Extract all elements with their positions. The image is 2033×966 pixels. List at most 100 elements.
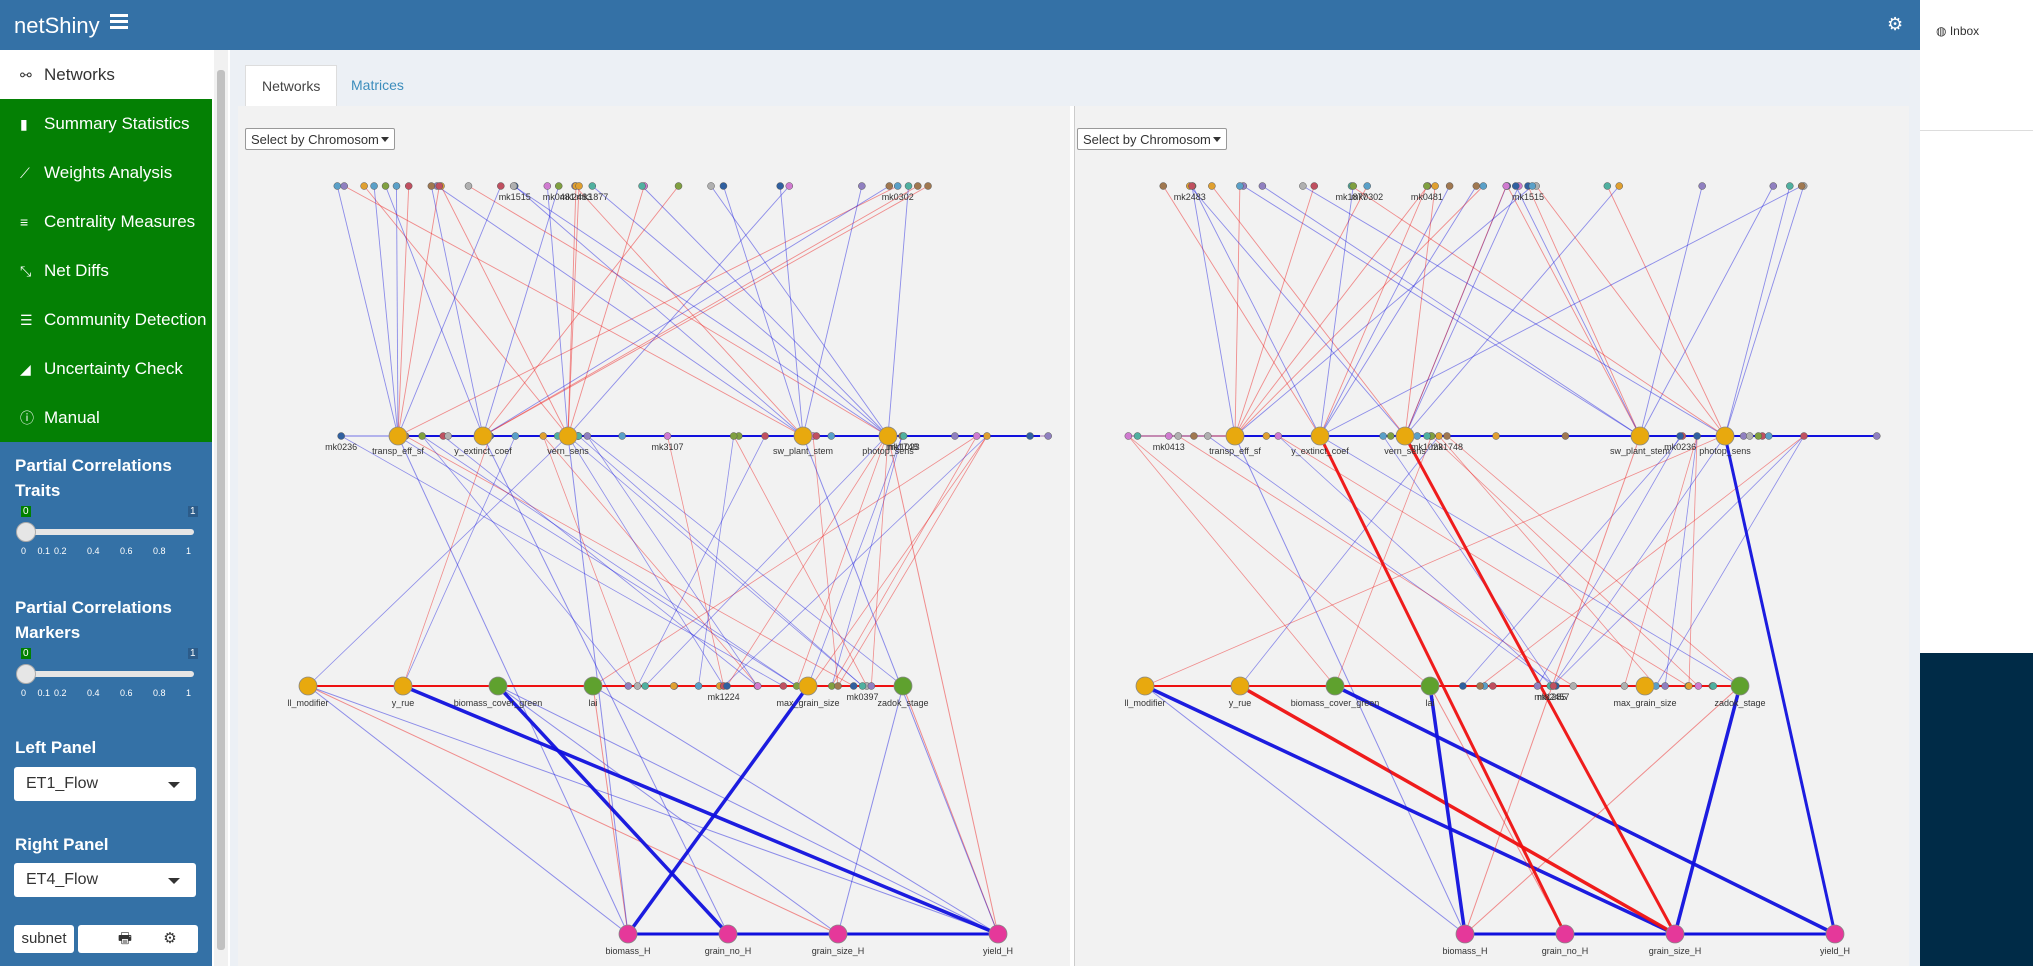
network-edge — [482, 185, 679, 437]
slider-tick-label: 0.4 — [87, 546, 100, 556]
trait-node — [558, 426, 578, 446]
marker-node — [583, 432, 592, 440]
marker-node — [337, 432, 345, 440]
marker-node — [638, 182, 646, 190]
left-chromosome-select[interactable]: Select by Chromosom — [245, 128, 395, 150]
settings-button[interactable]: ⚙ — [142, 925, 198, 953]
browser-toolbar: ◍ Inbox — [1920, 0, 2033, 131]
sidebar-item-centrality-measures[interactable]: ≡ Centrality Measures — [0, 197, 212, 246]
network-edge — [567, 185, 645, 437]
marker-node — [641, 682, 649, 690]
left-panel-select[interactable]: ET1_Flow — [14, 767, 196, 801]
subnet-button[interactable]: subnet — [14, 925, 74, 953]
trait-node — [1420, 676, 1440, 696]
marker-node — [1431, 182, 1439, 190]
yield-node-label: grain_no_H — [705, 946, 752, 956]
slider-handle[interactable] — [16, 664, 36, 684]
info-icon: ⓘ — [20, 410, 34, 426]
trait-node — [298, 676, 318, 696]
marker-node — [1620, 682, 1629, 690]
network-edge — [1319, 185, 1428, 437]
slider-tick-label: 0.6 — [120, 546, 133, 556]
trait-node — [583, 676, 603, 696]
marker-node — [1873, 432, 1881, 440]
marker-label: mk1515 — [499, 192, 531, 202]
traits-slider-label: Partial Correlations Traits — [15, 456, 172, 500]
markers-slider-value: 0 — [21, 648, 31, 659]
marker-node — [1124, 432, 1133, 440]
network-edge — [1162, 185, 1321, 437]
chevron-down-icon — [1213, 137, 1221, 142]
hamburger-menu-icon[interactable] — [110, 14, 128, 32]
left-network-graph[interactable]: transp_eff_sf y_extinct_coef vern_sens sw_p… — [238, 106, 1070, 966]
trait-node-label: transp_eff_sf — [1209, 446, 1261, 456]
sidebar-item-label: Networks — [44, 65, 115, 84]
marker-node — [858, 182, 866, 190]
right-network-graph[interactable]: transp_eff_sf y_extinct_coef vern_sens sw_p… — [1075, 106, 1909, 966]
marker-node — [1709, 682, 1718, 690]
marker-node — [785, 182, 794, 190]
marker-node — [360, 182, 368, 190]
marker-node — [1569, 682, 1578, 690]
slider-tick-label: 0.8 — [153, 688, 166, 698]
marker-node — [464, 182, 473, 190]
marker-node — [1603, 182, 1612, 190]
markers-slider-label: Partial Correlations Markers — [15, 598, 172, 642]
tab-matrices[interactable]: Matrices — [335, 65, 420, 105]
marker-node — [707, 182, 715, 190]
sidebar-item-weights-analysis[interactable]: ⟋ Weights Analysis — [0, 148, 212, 197]
marker-node — [1533, 682, 1542, 690]
network-edge — [1351, 185, 1726, 437]
tab-networks[interactable]: Networks — [245, 65, 338, 106]
slider-handle[interactable] — [16, 522, 36, 542]
right-panel-value: ET4_Flow — [26, 871, 99, 888]
marker-node — [761, 432, 769, 440]
marker-label: mk0481 — [1411, 192, 1443, 202]
markers-slider[interactable]: 0 1 0 0.1 0.2 0.4 0.6 0.8 1 — [14, 648, 200, 710]
sidebar-scrollbar-thumb[interactable] — [217, 70, 225, 950]
marker-node — [497, 182, 505, 190]
network-edge — [587, 435, 758, 687]
slider-track[interactable] — [24, 671, 194, 677]
yield-node — [718, 924, 738, 944]
trait-node — [793, 426, 813, 446]
sidebar-item-net-diffs[interactable]: ⤡ Net Diffs — [0, 246, 212, 295]
sidebar-item-networks[interactable]: ⚯ Networks — [0, 50, 212, 99]
slider-tick-label: 1 — [186, 546, 192, 556]
sidebar-item-summary-statistics[interactable]: ▮ Summary Statistics — [0, 99, 212, 148]
marker-node — [1800, 432, 1808, 440]
marker-node — [404, 182, 413, 190]
marker-node — [1685, 682, 1693, 690]
marker-node — [1698, 182, 1706, 190]
trait-node-label: ll_modifier — [287, 698, 328, 708]
settings-gear-icon[interactable]: ⚙ — [1887, 14, 1903, 35]
marker-node — [1274, 432, 1282, 440]
trait-node-label: lai — [588, 698, 597, 708]
sidebar-item-uncertainty-check[interactable]: ◢ Uncertainty Check — [0, 344, 212, 393]
marker-node — [904, 182, 913, 190]
sidebar-item-community-detection[interactable]: ☰ Community Detection — [0, 295, 212, 344]
network-edge — [436, 185, 804, 437]
right-chromosome-select[interactable]: Select by Chromosom — [1077, 128, 1227, 150]
sidebar-item-manual[interactable]: ⓘ Manual — [0, 393, 212, 442]
network-edge — [1211, 185, 1406, 437]
area-chart-icon: ◢ — [20, 361, 31, 377]
trait-node-label: y_extinct_coef — [1291, 446, 1349, 456]
bookmark-inbox[interactable]: ◍ Inbox — [1936, 24, 1979, 38]
right-panel-select[interactable]: ET4_Flow — [14, 863, 196, 897]
marker-node — [827, 432, 836, 440]
sidebar-item-label: Weights Analysis — [44, 163, 173, 182]
marker-node — [899, 432, 908, 440]
slider-track[interactable] — [24, 529, 194, 535]
marker-node — [924, 182, 932, 190]
marker-node — [1561, 432, 1570, 440]
marker-label: mk3107 — [651, 442, 683, 452]
yield-node — [828, 924, 848, 944]
marker-node — [1476, 682, 1484, 690]
traits-slider[interactable]: 0 1 0 0.1 0.2 0.4 0.6 0.8 1 — [14, 506, 200, 568]
slider-tick-label: 0.8 — [153, 546, 166, 556]
network-edge — [1404, 185, 1520, 437]
marker-label: mk0302 — [882, 192, 914, 202]
marker-node — [1204, 432, 1212, 440]
trait-node-label: max_grain_size — [1613, 698, 1676, 708]
